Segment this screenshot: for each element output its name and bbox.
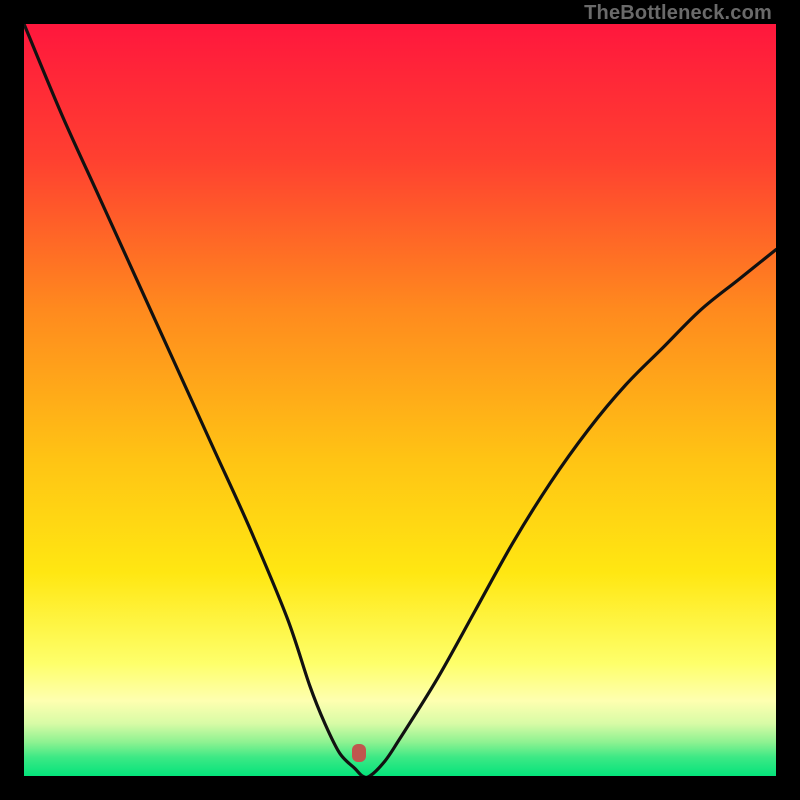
chart-plot-area [24, 24, 776, 776]
watermark-text: TheBottleneck.com [584, 2, 772, 25]
optimum-marker-icon [352, 744, 366, 762]
bottleneck-curve [24, 24, 776, 776]
